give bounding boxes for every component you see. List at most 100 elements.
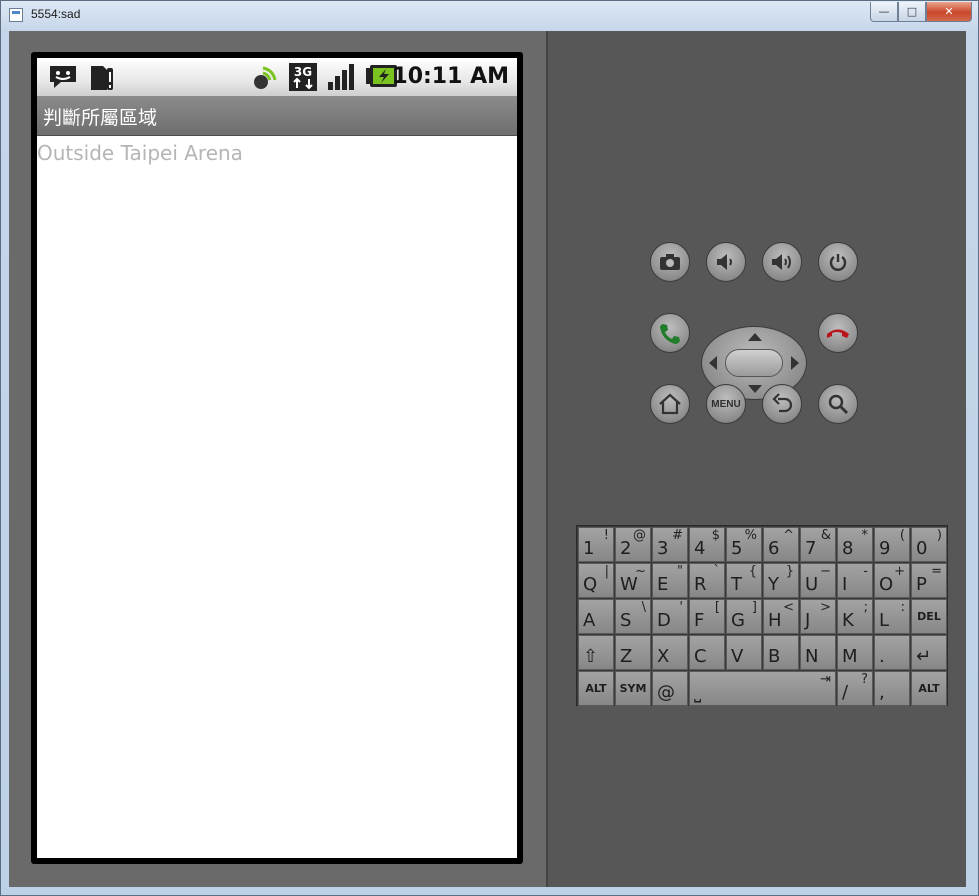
- space-key-alt-label: ⇥: [820, 672, 831, 687]
- window-titlebar[interactable]: 5554:sad — □ ✕: [1, 1, 978, 31]
- key-b[interactable]: B: [763, 635, 799, 670]
- dpad-left-icon[interactable]: [709, 356, 717, 370]
- key-5[interactable]: 5%: [726, 527, 762, 562]
- key-3[interactable]: 3 #: [652, 527, 688, 562]
- key-8[interactable]: 8 *: [837, 527, 873, 562]
- key-f[interactable]: F[: [689, 599, 725, 634]
- back-button[interactable]: [762, 384, 802, 424]
- key-period[interactable]: .: [874, 635, 910, 670]
- key-3-label: 3: [657, 538, 669, 559]
- end-call-icon: [827, 329, 849, 338]
- call-button[interactable]: [650, 313, 690, 353]
- sym-key-label: SYM: [619, 682, 647, 695]
- key-at[interactable]: @: [652, 671, 688, 706]
- key-b-label: B: [768, 646, 781, 667]
- key-t[interactable]: T{: [726, 563, 762, 598]
- key-6[interactable]: 6 ^: [763, 527, 799, 562]
- key-m-label: M: [842, 646, 858, 667]
- key-j[interactable]: J >: [800, 599, 836, 634]
- key-comma[interactable]: ,: [874, 671, 910, 706]
- space-key[interactable]: ⎵ ⇥: [689, 671, 836, 706]
- key-s[interactable]: S \: [615, 599, 651, 634]
- key-g[interactable]: G]: [726, 599, 762, 634]
- dpad-right-icon[interactable]: [791, 356, 799, 370]
- key-l[interactable]: L:: [874, 599, 910, 634]
- home-button[interactable]: [650, 384, 690, 424]
- key-7-label: 7: [805, 538, 817, 559]
- emulator-client: 3G 10:11 AM 判斷所屬區域 Outside Taipei Arena …: [9, 31, 966, 887]
- key-p-label: P: [916, 574, 927, 595]
- key-v-label: V: [731, 646, 744, 667]
- key-n[interactable]: N: [800, 635, 836, 670]
- key-slash[interactable]: /?: [837, 671, 873, 706]
- window-title: 5554:sad: [31, 7, 81, 21]
- camera-button[interactable]: [650, 242, 690, 282]
- key-c[interactable]: C: [689, 635, 725, 670]
- key-z[interactable]: Z: [615, 635, 651, 670]
- signal-icon: [325, 63, 357, 91]
- key-q[interactable]: Q |: [578, 563, 614, 598]
- key-7-alt-label: &: [820, 528, 831, 543]
- maximize-button[interactable]: □: [898, 2, 926, 22]
- enter-key[interactable]: ↵: [911, 635, 947, 670]
- sym-key[interactable]: SYM: [615, 671, 651, 706]
- key-k[interactable]: K;: [837, 599, 873, 634]
- menu-button[interactable]: MENU: [706, 384, 746, 424]
- key-r[interactable]: R `: [689, 563, 725, 598]
- dpad-down-icon[interactable]: [748, 385, 762, 393]
- key-u-label: U: [805, 574, 819, 595]
- key-0[interactable]: 0): [911, 527, 947, 562]
- key-a[interactable]: A: [578, 599, 614, 634]
- key-d[interactable]: D ': [652, 599, 688, 634]
- key-m[interactable]: M: [837, 635, 873, 670]
- key-y-label: Y: [768, 574, 779, 595]
- key-i[interactable]: I-: [837, 563, 873, 598]
- key-2[interactable]: 2 @: [615, 527, 651, 562]
- key-j-alt-label: >: [820, 600, 831, 615]
- key-c-label: C: [694, 646, 707, 667]
- power-icon: [829, 254, 847, 271]
- key-6-alt-label: ^: [783, 528, 794, 543]
- key-4[interactable]: 4 $: [689, 527, 725, 562]
- key-7[interactable]: 7 &: [800, 527, 836, 562]
- phone-skin-panel: 3G 10:11 AM 判斷所屬區域 Outside Taipei Arena: [9, 31, 546, 887]
- delete-key[interactable]: DEL: [911, 599, 947, 634]
- end-call-button[interactable]: [818, 313, 858, 353]
- key-y-alt-label: }: [785, 564, 794, 579]
- panel-divider: [546, 31, 548, 887]
- delete-key-label: DEL: [917, 610, 941, 623]
- key-1[interactable]: 1!: [578, 527, 614, 562]
- close-button[interactable]: ✕: [926, 2, 972, 22]
- dpad-center-button[interactable]: [725, 349, 783, 377]
- shift-key[interactable]: ⇧: [578, 635, 614, 670]
- volume-down-button[interactable]: [706, 242, 746, 282]
- power-button[interactable]: [818, 242, 858, 282]
- key-o[interactable]: O +: [874, 563, 910, 598]
- key-v[interactable]: V: [726, 635, 762, 670]
- key-f-alt-label: [: [714, 600, 720, 615]
- minimize-button[interactable]: —: [870, 2, 898, 22]
- key-h[interactable]: H <: [763, 599, 799, 634]
- space-key-label: ⎵: [694, 682, 702, 703]
- key-e[interactable]: E ": [652, 563, 688, 598]
- volume-up-button[interactable]: [762, 242, 802, 282]
- key-w[interactable]: W ~: [615, 563, 651, 598]
- key-o-label: O: [879, 574, 894, 595]
- hardware-keyboard: 1! 2 @3 #4 $5% 6 ^ 7 & 8 * 9(0) Q | W ~ E " R ` T{Y} U − I - O + P…: [576, 525, 948, 706]
- dpad-up-icon[interactable]: [748, 333, 762, 341]
- key-u[interactable]: U −: [800, 563, 836, 598]
- volume-up-icon: [772, 254, 791, 270]
- alt-right-key[interactable]: ALT: [911, 671, 947, 706]
- device-screen[interactable]: 3G 10:11 AM 判斷所屬區域 Outside Taipei Arena: [37, 58, 517, 858]
- key-x[interactable]: X: [652, 635, 688, 670]
- menu-label: MENU: [711, 398, 741, 410]
- search-button[interactable]: [818, 384, 858, 424]
- alt-left-key[interactable]: ALT: [578, 671, 614, 706]
- key-o-alt-label: +: [894, 564, 905, 579]
- key-slash-alt-label: ?: [861, 672, 868, 687]
- key-9[interactable]: 9(: [874, 527, 910, 562]
- key-y[interactable]: Y}: [763, 563, 799, 598]
- region-status-text: Outside Taipei Arena: [37, 141, 243, 165]
- key-p[interactable]: P =: [911, 563, 947, 598]
- key-s-label: S: [620, 610, 632, 631]
